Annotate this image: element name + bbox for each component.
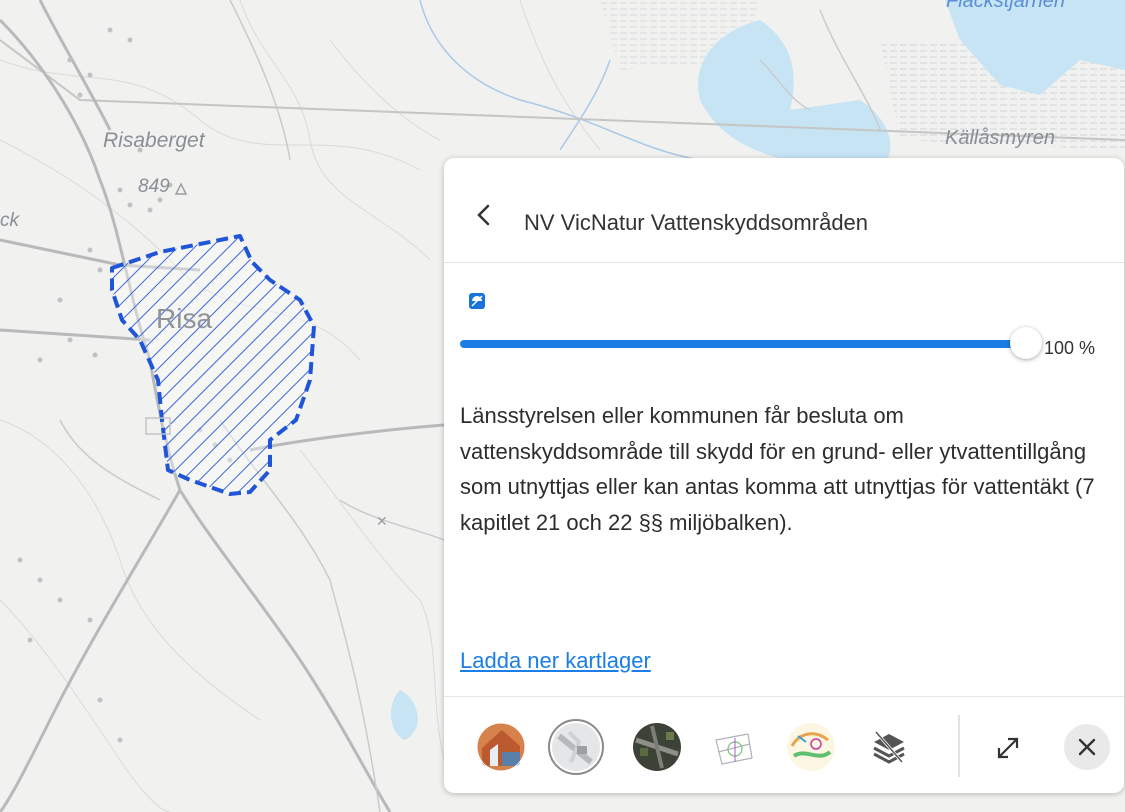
close-icon xyxy=(1078,738,1096,756)
orthophoto-map-button[interactable] xyxy=(476,722,526,772)
chevron-left-icon xyxy=(477,204,490,226)
place-label-risaberget: Risaberget xyxy=(103,129,205,152)
basemap-toolbar xyxy=(444,696,1124,793)
panel-header: NV VicNatur Vattenskyddsområden xyxy=(444,158,1124,263)
opacity-slider-track xyxy=(460,340,1020,348)
layer-description: Länsstyrelsen eller kommunen får besluta… xyxy=(460,403,1095,535)
back-button[interactable] xyxy=(472,202,494,228)
opacity-slider[interactable] xyxy=(460,327,1042,359)
layers-button[interactable] xyxy=(864,722,914,772)
expand-button[interactable] xyxy=(994,734,1022,762)
layer-info-panel: NV VicNatur Vattenskyddsområden 100 % Lä… xyxy=(444,158,1124,793)
place-label-kallasmyren: Källåsmyren xyxy=(945,127,1056,149)
download-layer-link[interactable]: Ladda ner kartlager xyxy=(460,648,651,674)
property-map-button[interactable] xyxy=(708,722,758,772)
cross-marker-icon: ✕ xyxy=(376,514,388,530)
opacity-toggle-icon[interactable] xyxy=(468,292,486,310)
expand-icon xyxy=(998,738,1018,758)
orienteering-map-button[interactable] xyxy=(786,722,836,772)
place-label-ck: ck xyxy=(0,210,19,231)
place-label-flackstjarnen: Flackstjärnen xyxy=(946,0,1065,12)
layer-title: NV VicNatur Vattenskyddsområden xyxy=(524,210,869,235)
close-button[interactable] xyxy=(1064,724,1110,770)
elevation-label: 849 xyxy=(138,176,170,197)
topographic-map-button[interactable] xyxy=(548,719,604,775)
place-label-risa: Risa xyxy=(156,303,213,334)
toolbar-divider xyxy=(958,715,960,777)
satellite-map-button[interactable] xyxy=(632,722,682,772)
topographic-map-icon xyxy=(552,723,600,771)
opacity-value: 100 % xyxy=(1044,338,1096,358)
opacity-slider-handle[interactable] xyxy=(1010,327,1042,359)
